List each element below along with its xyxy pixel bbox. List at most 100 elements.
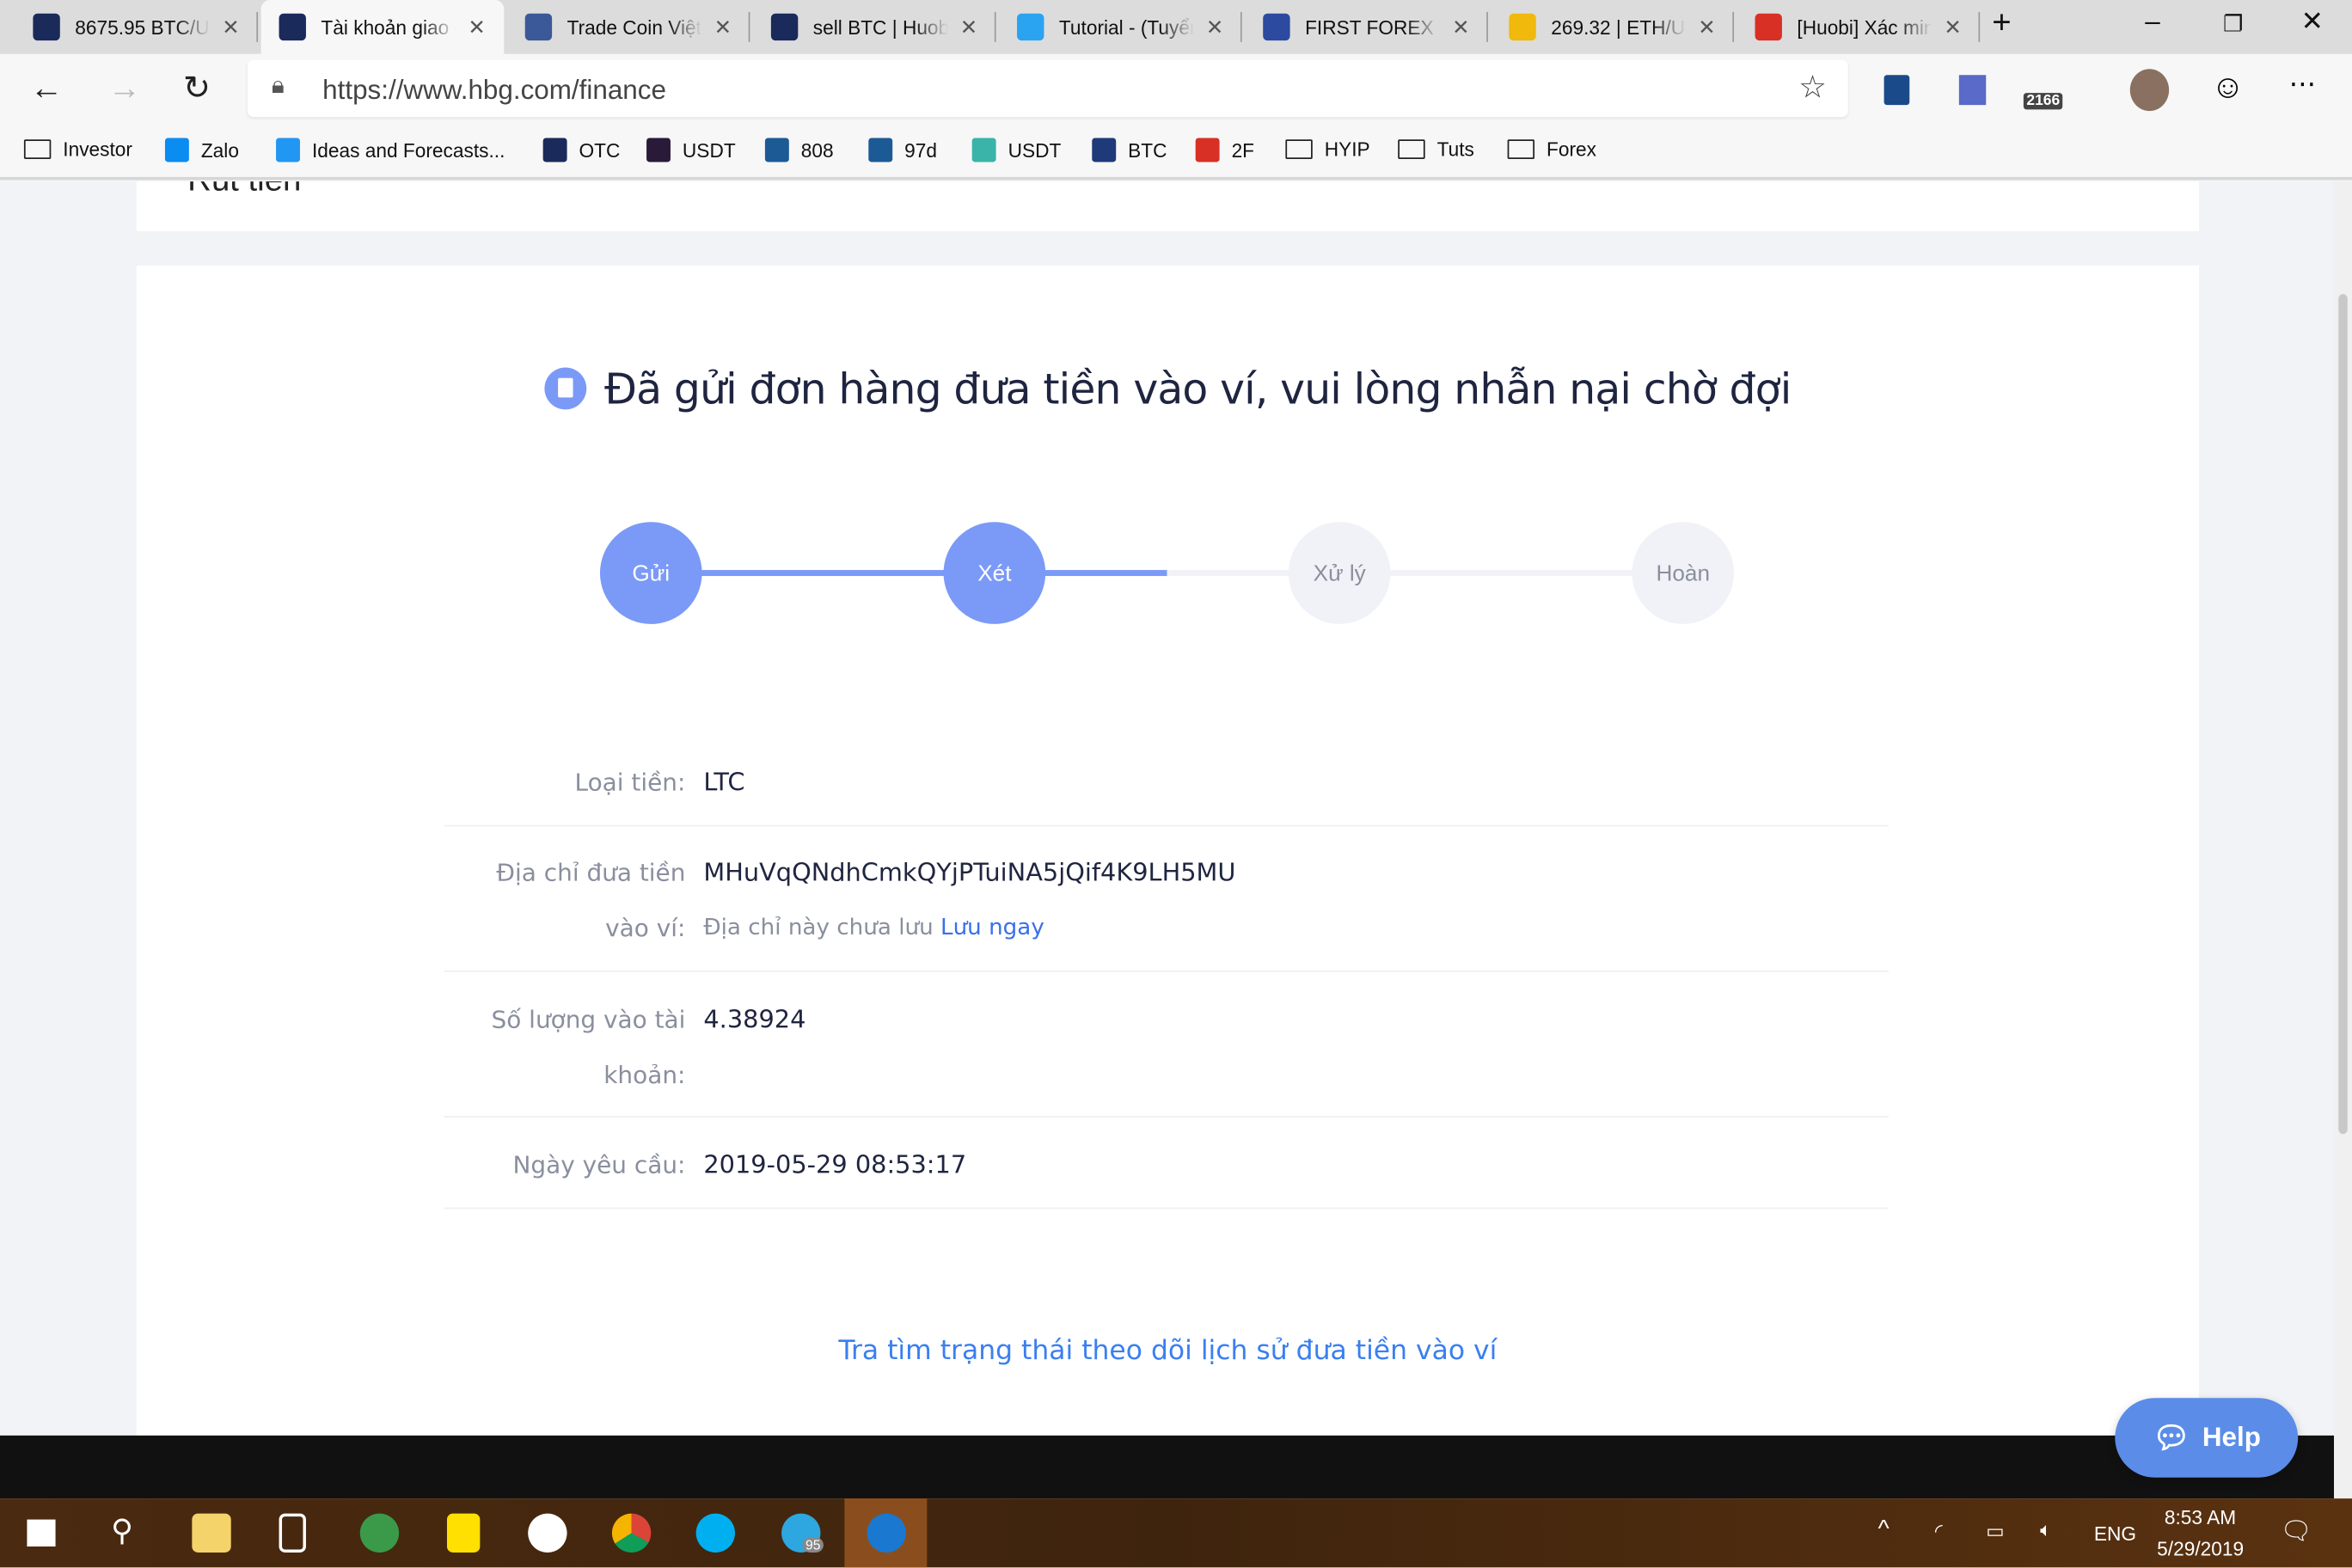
- minimize-button[interactable]: –: [2145, 6, 2159, 38]
- bookmark-item[interactable]: Ideas and Forecasts...: [276, 138, 505, 162]
- sticky-notes-icon[interactable]: [446, 1513, 481, 1553]
- bookmark-item[interactable]: 2F: [1195, 138, 1254, 162]
- bookmark-item[interactable]: Forex: [1507, 138, 1596, 161]
- tab-close-icon[interactable]: ✕: [714, 15, 732, 40]
- save-address-link[interactable]: Lưu ngay: [940, 914, 1044, 940]
- battery-icon[interactable]: ▭: [1986, 1520, 2004, 1544]
- progress-line-todo: [1167, 570, 1683, 577]
- tab-close-icon[interactable]: ✕: [1206, 15, 1223, 40]
- edge-dev-active[interactable]: [844, 1498, 928, 1568]
- notifications-icon[interactable]: 🗨︎: [2280, 1516, 2312, 1547]
- bookmark-item[interactable]: 97d: [868, 138, 937, 162]
- favorite-star-icon[interactable]: ☆: [1798, 69, 1827, 107]
- feedback-smiley-icon[interactable]: ☺: [2211, 68, 2245, 107]
- photos-icon[interactable]: [528, 1513, 567, 1553]
- extension-tron-icon[interactable]: [1958, 75, 1987, 106]
- deposit-status-card: Đã gửi đơn hàng đưa tiền vào ví, vui lòn…: [136, 265, 2200, 1466]
- progress-step: Hoàn: [1632, 522, 1735, 624]
- chart-logo-icon: [868, 138, 893, 162]
- huobi-flame-icon: [279, 13, 306, 41]
- bookmark-item[interactable]: 808: [764, 138, 834, 162]
- chrome-icon[interactable]: [611, 1513, 652, 1553]
- facebook-icon: [524, 13, 553, 41]
- page-footer: [0, 1435, 2335, 1499]
- address-value: MHuVqQNdhCmkQYjPTuiNA5jQif4K9LH5MU: [703, 858, 1236, 887]
- lock-icon: 🔒︎: [271, 73, 285, 100]
- bookmark-label: OTC: [579, 138, 621, 162]
- address-label-cont: vào ví:: [605, 913, 686, 942]
- huobi-flame-icon: [33, 13, 60, 41]
- ft-logo-icon: [1263, 13, 1290, 41]
- bookmark-item[interactable]: Tuts: [1398, 138, 1474, 161]
- browser-tab[interactable]: sell BTC | Huobi ✕: [753, 0, 996, 54]
- new-tab-button[interactable]: +: [1992, 3, 2011, 41]
- wifi-icon[interactable]: ◜: [1935, 1520, 1943, 1544]
- tab-separator: [256, 11, 259, 42]
- browser-tab[interactable]: [Huobi] Xác minh ✕: [1737, 0, 1981, 54]
- s-circle-icon: [1017, 13, 1044, 41]
- folder-icon: [1507, 139, 1535, 159]
- profile-avatar[interactable]: [2129, 69, 2170, 112]
- help-label: Help: [2202, 1422, 2261, 1453]
- scrollbar[interactable]: [2334, 181, 2352, 1499]
- refresh-button[interactable]: ↻: [183, 69, 211, 107]
- bookmark-item[interactable]: HYIP: [1285, 138, 1370, 161]
- browser-tab[interactable]: Trade Coin Việt Nam ✕: [507, 0, 750, 54]
- divider: [444, 970, 1889, 972]
- restore-button[interactable]: ❐: [2223, 10, 2243, 38]
- progress-step: Xét: [943, 522, 1046, 624]
- tab-close-icon[interactable]: ✕: [1698, 15, 1715, 40]
- folder-icon: [23, 139, 52, 159]
- step-label: Xử lý: [1313, 560, 1366, 586]
- close-window-button[interactable]: ✕: [2301, 6, 2324, 38]
- scrollbar-thumb[interactable]: [2338, 294, 2348, 1135]
- forward-button[interactable]: →: [108, 69, 141, 107]
- bookmark-item[interactable]: USDT: [971, 138, 1061, 162]
- tab-close-icon[interactable]: ✕: [1944, 15, 1961, 40]
- tab-close-icon[interactable]: ✕: [222, 15, 239, 40]
- step-label: Xét: [977, 560, 1012, 586]
- withdraw-card: Rút tiền: [136, 181, 2200, 231]
- tab-separator: [1978, 11, 1981, 42]
- huobi-flame-icon: [542, 138, 567, 162]
- show-hidden-icons[interactable]: ^: [1878, 1516, 1890, 1543]
- address-bar[interactable]: 🔒︎ https://www.hbg.com/finance ☆: [247, 59, 1848, 118]
- file-explorer-icon[interactable]: [192, 1513, 231, 1553]
- extension-j-icon[interactable]: [1883, 75, 1910, 106]
- language-indicator[interactable]: ENG: [2094, 1522, 2136, 1545]
- browser-tab[interactable]: Tài khoản giao dịch ✕: [260, 0, 505, 54]
- help-button[interactable]: 💬︎ Help: [2115, 1398, 2299, 1478]
- bookmark-item[interactable]: USDT: [646, 138, 736, 162]
- tab-close-icon[interactable]: ✕: [468, 15, 485, 40]
- bookmark-item[interactable]: BTC: [1092, 138, 1167, 162]
- browser-tab[interactable]: 8675.95 BTC/USDT ✕: [15, 0, 259, 54]
- more-menu-icon[interactable]: ⋯: [2289, 69, 2316, 101]
- bookmark-item[interactable]: Investor: [23, 138, 132, 161]
- volume-icon[interactable]: 🔈︎: [2040, 1518, 2052, 1542]
- zalo-icon: [164, 138, 189, 162]
- bookmark-item[interactable]: OTC: [542, 138, 621, 162]
- tab-close-icon[interactable]: ✕: [960, 15, 977, 40]
- clock-date[interactable]: 5/29/2019: [2157, 1538, 2244, 1560]
- extension-badge[interactable]: 2166: [2023, 93, 2063, 110]
- browser-tab[interactable]: 269.32 | ETH/USDT ✕: [1491, 0, 1735, 54]
- browser-tab[interactable]: FIRST FOREX T ✕: [1245, 0, 1488, 54]
- back-button[interactable]: ←: [30, 69, 63, 107]
- bookmark-label: HYIP: [1324, 138, 1370, 161]
- tab-close-icon[interactable]: ✕: [1452, 15, 1469, 40]
- browser-tab[interactable]: Tutorial - (Tuyển) ✕: [999, 0, 1242, 54]
- bookmark-label: 808: [800, 138, 834, 162]
- search-icon[interactable]: ⚲: [111, 1512, 133, 1550]
- phone-mail-icon[interactable]: [279, 1513, 306, 1553]
- bookmark-label: Zalo: [200, 138, 239, 162]
- bookmark-label: 97d: [904, 138, 938, 162]
- bookmark-item[interactable]: Zalo: [164, 138, 239, 162]
- clock-time[interactable]: 8:53 AM: [2165, 1506, 2236, 1528]
- skype-icon[interactable]: [695, 1513, 736, 1553]
- metatrader-icon[interactable]: [359, 1513, 400, 1553]
- track-history-link[interactable]: Tra tìm trạng thái theo dõi lịch sử đưa …: [137, 1335, 2199, 1367]
- url-text: https://www.hbg.com/finance: [322, 75, 666, 106]
- windows-start-icon[interactable]: [27, 1519, 56, 1547]
- taskbar: ⚲ 95 ^ ◜ ▭ 🔈︎ ENG 8:53 AM 5/29/2019 🗨︎: [0, 1498, 2352, 1568]
- gmail-icon: [1755, 13, 1782, 41]
